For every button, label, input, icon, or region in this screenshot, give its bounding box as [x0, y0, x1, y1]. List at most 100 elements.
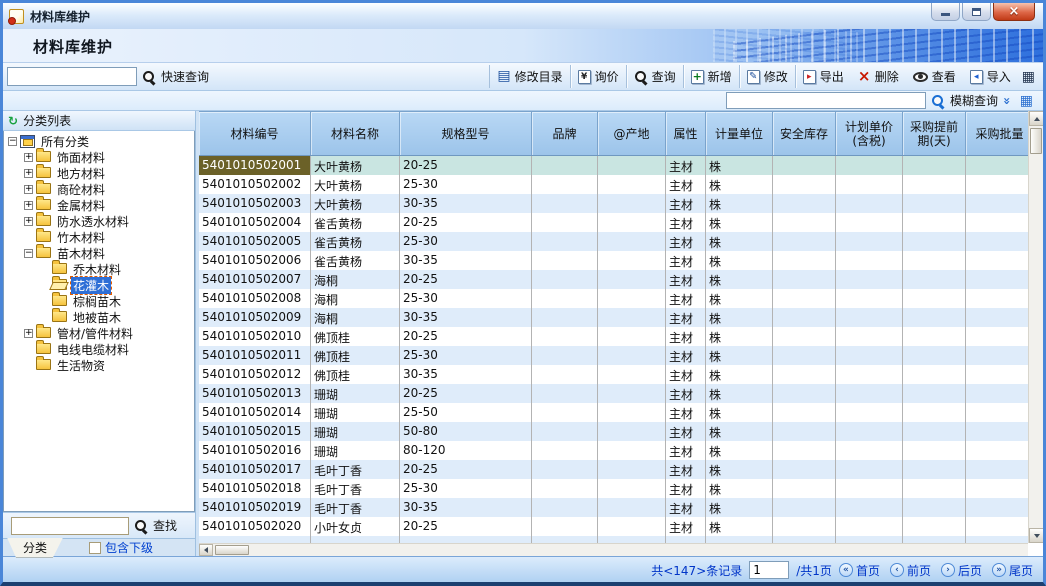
table-row[interactable]: 5401010502003大叶黄杨30-35主材株: [199, 194, 1028, 213]
collapse-icon[interactable]: −: [8, 137, 17, 146]
table-row[interactable]: 5401010502004雀舌黄杨20-25主材株: [199, 213, 1028, 232]
column-settings-icon[interactable]: ▦: [1016, 94, 1037, 108]
table-row[interactable]: 5401010502012佛顶桂30-35主材株: [199, 365, 1028, 384]
column-header[interactable]: @产地: [598, 112, 666, 155]
tree-item-label: 饰面材料: [55, 149, 107, 166]
fuzzy-search-icon[interactable]: [931, 94, 945, 108]
tree-item[interactable]: +防水透水材料: [4, 213, 194, 229]
column-header[interactable]: 规格型号: [400, 112, 532, 155]
table-row[interactable]: 5401010502018毛叶丁香25-30主材株: [199, 479, 1028, 498]
table-cell: 株: [706, 213, 773, 232]
tree-item[interactable]: + 金属材料: [4, 197, 194, 213]
table-cell: 80-120: [400, 441, 532, 460]
expand-icon[interactable]: +: [24, 169, 33, 178]
column-header[interactable]: 计量单位: [706, 112, 773, 155]
horizontal-scroll-thumb[interactable]: [215, 545, 249, 555]
tree-item[interactable]: 花灌木: [4, 277, 194, 293]
find-input[interactable]: [11, 517, 129, 535]
export-button[interactable]: ▸导出: [796, 65, 851, 88]
import-button[interactable]: ◂导入: [963, 65, 1018, 88]
table-row[interactable]: 5401010502007海桐20-25主材株: [199, 270, 1028, 289]
scroll-down-button[interactable]: [1029, 528, 1044, 543]
scroll-up-button[interactable]: [1029, 111, 1044, 126]
modify-button[interactable]: ✎修改: [740, 65, 796, 88]
column-header[interactable]: 计划单价(含税): [836, 112, 903, 155]
table-row[interactable]: 5401010502020小叶女贞20-25主材株: [199, 517, 1028, 536]
expand-icon[interactable]: +: [24, 153, 33, 162]
prev-page-button[interactable]: ‹前页: [890, 562, 931, 579]
table-row[interactable]: 5401010502010佛顶桂20-25主材株: [199, 327, 1028, 346]
table-row[interactable]: 5401010502006雀舌黄杨30-35主材株: [199, 251, 1028, 270]
last-page-button[interactable]: »尾页: [992, 562, 1033, 579]
table-cell: 毛叶丁香: [311, 498, 400, 517]
expand-icon[interactable]: +: [24, 329, 33, 338]
column-header[interactable]: 材料名称: [311, 112, 400, 155]
find-icon[interactable]: [134, 519, 148, 533]
table-row[interactable]: 5401010502016珊瑚80-120主材株: [199, 441, 1028, 460]
expand-icon[interactable]: +: [24, 217, 33, 226]
first-page-button[interactable]: «首页: [839, 562, 880, 579]
tree-item[interactable]: 棕榈苗木: [4, 293, 194, 309]
close-button[interactable]: ×: [993, 3, 1035, 21]
fuzzy-search-input[interactable]: [726, 92, 926, 109]
add-button[interactable]: +新增: [684, 65, 740, 88]
column-header[interactable]: 安全库存: [773, 112, 836, 155]
quick-search-input[interactable]: [7, 67, 137, 86]
column-header[interactable]: 品牌: [532, 112, 598, 155]
column-header[interactable]: 采购提前期(天): [903, 112, 966, 155]
view-button[interactable]: 查看: [906, 65, 963, 88]
chevron-down-icon[interactable]: »: [1000, 97, 1014, 105]
tree-item[interactable]: +商砼材料: [4, 181, 194, 197]
tree-item[interactable]: 地被苗木: [4, 309, 194, 325]
table-row[interactable]: 5401010502015珊瑚50-80主材株: [199, 422, 1028, 441]
table-row[interactable]: 5401010502013珊瑚20-25主材株: [199, 384, 1028, 403]
table-row[interactable]: 5401010502008海桐25-30主材株: [199, 289, 1028, 308]
tree-item-label: 金属材料: [55, 197, 107, 214]
tree-item[interactable]: +地方材料: [4, 165, 194, 181]
table-row[interactable]: 5401010502001大叶黄杨20-25主材株: [199, 156, 1028, 175]
expand-icon[interactable]: +: [24, 201, 33, 210]
table-cell: [836, 498, 903, 517]
include-children-option[interactable]: 包含下级: [89, 539, 153, 556]
inquiry-button[interactable]: ¥询价: [571, 65, 627, 88]
tree-item[interactable]: +管材/管件材料: [4, 325, 194, 341]
collapse-icon[interactable]: −: [24, 249, 33, 258]
layout-grid-icon[interactable]: ▦: [1018, 70, 1039, 84]
tree-item[interactable]: + 饰面材料: [4, 149, 194, 165]
table-cell: 主材: [666, 308, 706, 327]
tree-item[interactable]: −苗木材料: [4, 245, 194, 261]
vertical-scroll-thumb[interactable]: [1030, 128, 1042, 154]
status-bar: 共<147>条记录 /共1页 «首页‹前页›后页»尾页: [3, 556, 1043, 583]
next-page-button[interactable]: ›后页: [941, 562, 982, 579]
tree-item[interactable]: −所有分类: [4, 133, 194, 149]
table-cell: [598, 156, 666, 175]
table-row[interactable]: 5401010502011佛顶桂25-30主材株: [199, 346, 1028, 365]
table-row[interactable]: 5401010502009海桐30-35主材株: [199, 308, 1028, 327]
modify-catalog-button[interactable]: ▤修改目录: [490, 65, 570, 88]
query-button[interactable]: 查询: [627, 65, 684, 88]
table-cell: [598, 403, 666, 422]
column-header[interactable]: 属性: [666, 112, 706, 155]
scroll-left-button[interactable]: [199, 544, 213, 556]
tree-item[interactable]: 竹木材料: [4, 229, 194, 245]
tree-item[interactable]: 乔木材料: [4, 261, 194, 277]
column-header[interactable]: 材料编号: [199, 112, 311, 155]
table-row[interactable]: 5401010502017毛叶丁香20-25主材株: [199, 460, 1028, 479]
table-row[interactable]: 5401010502002大叶黄杨25-30主材株: [199, 175, 1028, 194]
include-children-checkbox[interactable]: [89, 542, 101, 554]
refresh-icon[interactable]: ↻: [8, 114, 18, 128]
table-row[interactable]: 5401010502005雀舌黄杨25-30主材株: [199, 232, 1028, 251]
table-cell: 25-30: [400, 289, 532, 308]
page-number-input[interactable]: [749, 561, 789, 579]
delete-button[interactable]: ×删除: [851, 65, 906, 88]
table-row[interactable]: 5401010502019毛叶丁香30-35主材株: [199, 498, 1028, 517]
table-cell: [532, 346, 598, 365]
tree-item[interactable]: 电线电缆材料: [4, 341, 194, 357]
tab-category[interactable]: 分类: [7, 538, 63, 558]
minimize-button[interactable]: [931, 3, 960, 21]
expand-icon[interactable]: +: [24, 185, 33, 194]
maximize-button[interactable]: [962, 3, 991, 21]
column-header[interactable]: 采购批量: [966, 112, 1034, 155]
table-row[interactable]: 5401010502014珊瑚25-50主材株: [199, 403, 1028, 422]
tree-item[interactable]: 生活物资: [4, 357, 194, 373]
